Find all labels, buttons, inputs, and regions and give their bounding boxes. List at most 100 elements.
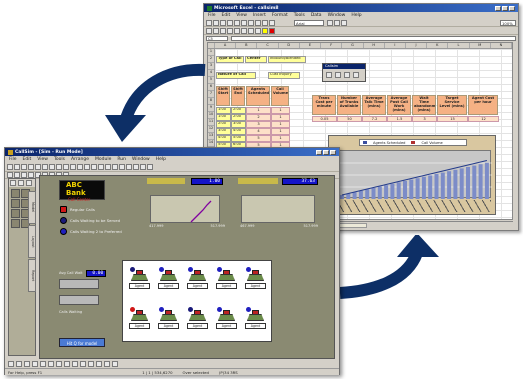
new-icon[interactable] (7, 164, 13, 170)
shift-cell[interactable]: 1 (271, 121, 290, 128)
shift-cell[interactable]: 1:00 (216, 107, 231, 114)
chart-icon[interactable] (353, 72, 359, 78)
save-icon[interactable] (21, 164, 27, 170)
column-header-l[interactable]: L (448, 43, 470, 48)
close-button[interactable] (509, 5, 515, 11)
menu-view[interactable]: View (37, 157, 48, 162)
menu-file[interactable]: File (208, 13, 216, 18)
column-header-k[interactable]: K (427, 43, 449, 48)
paste-icon[interactable] (248, 19, 254, 26)
menu-window[interactable]: Window (328, 13, 346, 18)
align-right-icon[interactable] (220, 27, 226, 34)
column-header-i[interactable]: I (385, 43, 406, 48)
menu-data[interactable]: Data (311, 13, 322, 18)
underline-icon[interactable] (341, 19, 347, 26)
agent-station[interactable]: Agent (216, 307, 238, 329)
parameter-value[interactable]: 15 (437, 116, 468, 122)
agent-station[interactable]: Agent (158, 267, 180, 289)
menu-edit[interactable]: Edit (222, 13, 231, 18)
sum-icon[interactable] (262, 19, 268, 26)
menu-view[interactable]: View (236, 13, 247, 18)
maximize-button[interactable] (502, 5, 508, 11)
menu-edit[interactable]: Edit (23, 157, 32, 162)
shift-cell[interactable]: 4:00 (231, 128, 246, 135)
name-box[interactable]: C5 (206, 35, 228, 41)
side-tab-model[interactable]: Model (28, 191, 36, 224)
shift-cell[interactable]: 3:00 (216, 128, 231, 135)
shift-cell[interactable]: 1 (271, 128, 290, 135)
open-icon[interactable] (14, 164, 20, 170)
shift-cell[interactable]: 2:00 (216, 121, 231, 128)
column-header-d[interactable]: D (279, 43, 300, 48)
minimize-button[interactable] (316, 149, 322, 155)
side-tab-layout[interactable]: Layout (28, 225, 36, 258)
palette-module[interactable] (11, 189, 20, 198)
column-header-c[interactable]: C (257, 43, 279, 48)
parameter-value[interactable]: 50 (337, 116, 362, 122)
shift-cell[interactable]: 3 (246, 121, 271, 128)
grid-icon[interactable] (335, 72, 341, 78)
fill-color-icon[interactable] (262, 27, 268, 34)
menu-tools[interactable]: Tools (294, 13, 305, 18)
font-color-icon[interactable] (269, 27, 275, 34)
animate-icon[interactable] (105, 164, 111, 170)
agent-station[interactable]: Agent (129, 267, 151, 289)
menu-format[interactable]: Format (272, 13, 288, 18)
menu-window[interactable]: Window (132, 157, 150, 162)
shift-cell[interactable]: 4:00 (216, 135, 231, 142)
close-button[interactable] (330, 149, 336, 155)
print-icon[interactable] (28, 164, 34, 170)
column-header-g[interactable]: G (342, 43, 364, 48)
align-left-icon[interactable] (206, 27, 212, 34)
parameter-value[interactable]: 1.5 (387, 116, 412, 122)
currency-icon[interactable] (234, 27, 240, 34)
merge-icon[interactable] (227, 27, 233, 34)
palette-first-icon[interactable] (10, 180, 16, 186)
cut-icon[interactable] (35, 164, 41, 170)
text-icon[interactable] (112, 164, 118, 170)
trace-icon[interactable] (88, 361, 94, 367)
column-header-f[interactable]: F (321, 43, 343, 48)
shift-cell[interactable]: 1 (271, 107, 290, 114)
minimize-button[interactable] (495, 5, 501, 11)
save-icon[interactable] (220, 19, 226, 26)
menu-insert[interactable]: Insert (253, 13, 266, 18)
station-icon[interactable] (91, 164, 97, 170)
resource-icon[interactable] (147, 164, 153, 170)
undo-icon[interactable] (56, 164, 62, 170)
column-header-h[interactable]: H (364, 43, 385, 48)
copy-icon[interactable] (42, 164, 48, 170)
column-header-j[interactable]: J (406, 43, 428, 48)
palette-module[interactable] (11, 209, 20, 218)
shift-cell[interactable]: 2 (246, 114, 271, 121)
end-icon[interactable] (40, 361, 46, 367)
shift-cell[interactable]: 5:00 (231, 135, 246, 142)
connect-icon[interactable] (84, 164, 90, 170)
rewind-icon[interactable] (8, 361, 14, 367)
agent-station[interactable]: Agent (187, 267, 209, 289)
palette-module[interactable] (11, 199, 20, 208)
shift-cell[interactable]: 1:00 (216, 114, 231, 121)
palette-prev-icon[interactable] (18, 180, 24, 186)
queue-icon[interactable] (140, 164, 146, 170)
agent-station[interactable]: Agent (216, 267, 238, 289)
percent-icon[interactable] (241, 27, 247, 34)
zoom-icon[interactable] (80, 361, 86, 367)
route-icon[interactable] (98, 164, 104, 170)
font-box[interactable]: Arial (294, 19, 324, 26)
formula-input[interactable] (231, 35, 516, 41)
column-header-a[interactable]: A (215, 43, 237, 48)
agent-station[interactable]: Agent (187, 307, 209, 329)
side-tab-report[interactable]: Report (28, 259, 36, 292)
border-icon[interactable] (255, 27, 261, 34)
column-header-b[interactable]: B (236, 43, 258, 48)
break-icon[interactable] (104, 361, 110, 367)
agent-station[interactable]: Agent (245, 267, 267, 289)
menu-arrange[interactable]: Arrange (71, 157, 89, 162)
animate-icon[interactable] (72, 361, 78, 367)
parameter-value[interactable]: 12 (468, 116, 499, 122)
maximize-button[interactable] (323, 149, 329, 155)
shift-cell[interactable]: 2:00 (231, 107, 246, 114)
run-icon[interactable] (326, 72, 332, 78)
step-icon[interactable] (64, 361, 70, 367)
